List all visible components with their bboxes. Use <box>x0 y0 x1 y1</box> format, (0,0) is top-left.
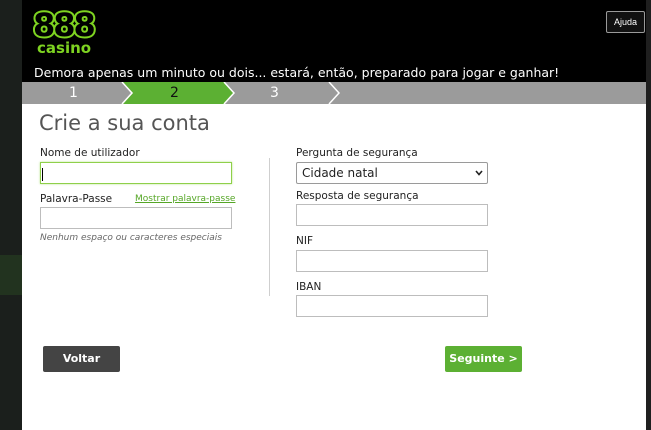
logo-main-text: 888 <box>31 6 98 44</box>
text-caret <box>42 168 43 181</box>
security-question-select[interactable]: Cidade natal <box>296 162 488 184</box>
security-question-value: Cidade natal <box>302 166 378 180</box>
iban-label: IBAN <box>296 281 322 293</box>
right-frame <box>646 0 651 430</box>
nif-input[interactable] <box>296 250 488 272</box>
security-question-label: Pergunta de segurança <box>296 147 418 159</box>
help-button[interactable]: Ajuda <box>606 11 645 33</box>
security-answer-label: Resposta de segurança <box>296 190 419 202</box>
page-title: Crie a sua conta <box>39 111 210 135</box>
username-label: Nome de utilizador <box>40 147 140 159</box>
logo-sub-text: casino <box>37 39 92 57</box>
tagline: Demora apenas um minuto ou dois... estar… <box>34 65 560 80</box>
back-button[interactable]: Voltar <box>43 346 120 372</box>
888-casino-logo: 888 casino <box>31 6 98 57</box>
password-hint: Nenhum espaço ou caracteres especiais <box>40 233 222 243</box>
chevron-down-icon <box>475 170 483 176</box>
username-input[interactable] <box>40 162 232 184</box>
step-divider-3 <box>328 82 341 104</box>
next-button[interactable]: Seguinte > <box>445 346 522 372</box>
progress-steps: 1 2 3 <box>22 82 646 104</box>
steps-chevrons <box>121 82 341 104</box>
left-frame-band <box>0 255 22 295</box>
password-input[interactable] <box>40 207 232 229</box>
iban-input[interactable] <box>296 295 488 317</box>
show-password-link[interactable]: Mostrar palavra-passe <box>135 194 235 204</box>
registration-panel: Crie a sua conta Nome de utilizador Pala… <box>22 104 646 430</box>
step-2: 2 <box>170 85 179 101</box>
password-label: Palavra-Passe <box>40 193 113 205</box>
step-3: 3 <box>270 85 279 101</box>
left-frame <box>0 0 22 430</box>
step-1: 1 <box>69 85 78 101</box>
nif-label: NIF <box>296 235 313 247</box>
header: 888 casino Ajuda Demora apenas um minuto… <box>22 0 646 82</box>
security-answer-input[interactable] <box>296 204 488 226</box>
column-divider <box>269 158 270 296</box>
